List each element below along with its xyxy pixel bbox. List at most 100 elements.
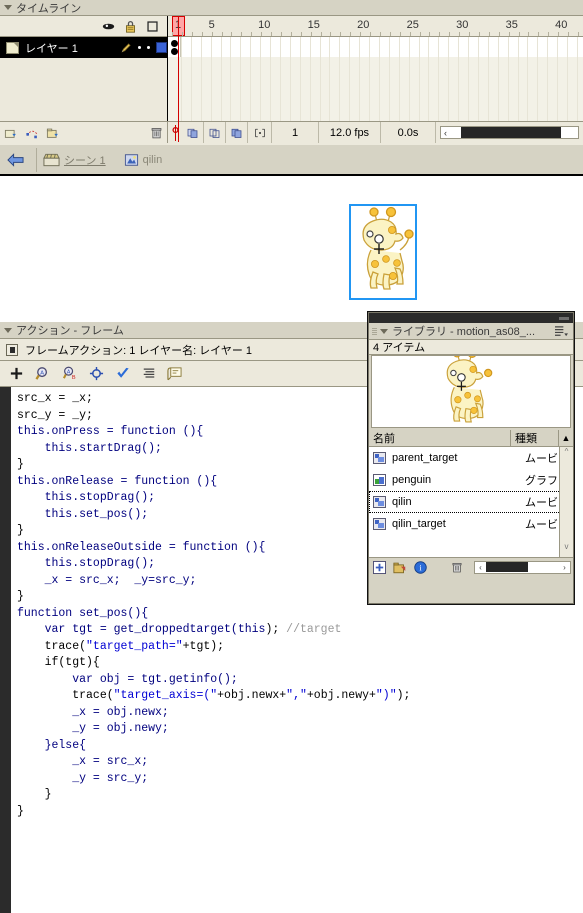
keyframe-cell[interactable] xyxy=(168,37,181,57)
frame-cell[interactable] xyxy=(388,37,390,121)
library-item-name[interactable]: parent_target xyxy=(386,452,525,464)
layer-lock-dot[interactable] xyxy=(147,46,150,49)
frame-cell[interactable] xyxy=(200,37,202,121)
timeline-horizontal-scrollbar[interactable]: ‹ xyxy=(440,126,579,139)
outline-square-icon[interactable] xyxy=(146,20,159,33)
frame-cell[interactable] xyxy=(418,37,420,121)
frame-cell[interactable] xyxy=(428,37,430,121)
timeline-ruler[interactable]: 15101520253035404550 xyxy=(168,16,583,37)
frame-cell[interactable] xyxy=(448,37,450,121)
giraffe-character[interactable] xyxy=(351,206,415,298)
library-list-item[interactable]: parent_target ムービ xyxy=(369,447,573,469)
library-vertical-scrollbar[interactable]: ^ v xyxy=(559,447,573,557)
onion-skin-outlines-icon[interactable] xyxy=(204,122,226,143)
panel-menu-icon[interactable] xyxy=(554,325,569,338)
find-icon[interactable]: A xyxy=(35,366,51,381)
properties-icon[interactable]: i xyxy=(414,560,427,574)
add-motion-guide-icon[interactable] xyxy=(25,126,40,140)
symbol-name-label[interactable]: qilin xyxy=(143,154,163,166)
code-line[interactable]: } xyxy=(17,804,583,821)
frame-cell[interactable] xyxy=(339,37,341,121)
stage-canvas[interactable] xyxy=(0,176,583,322)
lock-icon[interactable] xyxy=(124,20,137,33)
frame-cell[interactable] xyxy=(378,37,380,121)
modify-onion-markers-icon[interactable] xyxy=(248,122,272,143)
frame-cell[interactable] xyxy=(180,37,182,121)
frame-cell[interactable] xyxy=(270,37,271,121)
insert-layer-folder-icon[interactable] xyxy=(46,126,61,140)
library-item-name[interactable]: qilin_target xyxy=(386,518,525,530)
lib-hscrollbar-thumb[interactable] xyxy=(486,562,528,572)
frame-cell[interactable] xyxy=(329,37,331,121)
frame-grid[interactable] xyxy=(168,37,583,121)
timeline-title-bar[interactable]: タイムライン xyxy=(0,0,583,16)
current-frame-value[interactable]: 1 xyxy=(272,122,319,143)
library-item-list[interactable]: parent_target ムービ penguin グラフィ qilin ムービ qilin… xyxy=(369,447,573,557)
frame-cell[interactable] xyxy=(487,37,489,121)
insert-layer-icon[interactable] xyxy=(4,126,19,140)
delete-icon[interactable] xyxy=(451,561,463,574)
column-header-name[interactable]: 名前 xyxy=(369,430,511,446)
code-line[interactable]: trace("target_path="+tgt); xyxy=(17,639,583,656)
scene-name-link[interactable]: シーン 1 xyxy=(64,152,106,168)
library-collapse-triangle-icon[interactable] xyxy=(380,328,388,334)
frame-cell[interactable] xyxy=(547,37,549,121)
show-code-hint-icon[interactable] xyxy=(167,366,182,381)
code-line[interactable]: var obj = tgt.getinfo(); xyxy=(17,672,583,689)
library-list-item[interactable]: qilin ムービ xyxy=(369,491,573,513)
frame-cell[interactable] xyxy=(537,37,539,121)
scrollbar-thumb[interactable] xyxy=(461,127,561,138)
collapse-triangle-icon[interactable] xyxy=(4,5,12,10)
scroll-left-arrow-icon[interactable]: ‹ xyxy=(444,128,447,138)
lib-scroll-down-arrow-icon[interactable]: v xyxy=(560,542,573,553)
library-list-item[interactable]: qilin_target ムービ xyxy=(369,513,573,535)
onion-skin-icon[interactable] xyxy=(182,122,204,143)
frame-cell[interactable] xyxy=(289,37,291,121)
frame-cell[interactable] xyxy=(527,37,529,121)
lib-hscroll-left-arrow-icon[interactable]: ‹ xyxy=(475,563,486,572)
new-folder-icon[interactable] xyxy=(393,561,407,574)
code-line[interactable]: _y = src_y; xyxy=(17,771,583,788)
delete-layer-icon[interactable] xyxy=(150,126,163,140)
library-list-item[interactable]: penguin グラフィ xyxy=(369,469,573,491)
library-drag-grip[interactable] xyxy=(372,327,377,335)
library-item-name[interactable]: penguin xyxy=(386,474,525,486)
code-line[interactable]: }else{ xyxy=(17,738,583,755)
lib-hscroll-right-arrow-icon[interactable]: › xyxy=(559,563,570,572)
frame-cell[interactable] xyxy=(497,37,499,121)
frame-cell[interactable] xyxy=(517,37,519,121)
frame-cell[interactable] xyxy=(438,37,440,121)
frame-cell[interactable] xyxy=(477,37,479,121)
find-replace-icon[interactable]: A B xyxy=(62,366,78,381)
library-item-name[interactable]: qilin xyxy=(386,496,525,508)
code-line[interactable]: _x = src_x; xyxy=(17,754,583,771)
layer-outline-color-swatch[interactable] xyxy=(156,42,167,53)
frame-cell[interactable] xyxy=(250,37,252,121)
frame-cell[interactable] xyxy=(398,37,400,121)
frame-cell[interactable] xyxy=(220,37,222,121)
code-line[interactable]: function set_pos(){ xyxy=(17,606,583,623)
frame-cell[interactable] xyxy=(240,37,242,121)
code-line[interactable]: _y = obj.newy; xyxy=(17,721,583,738)
layer-row[interactable]: レイヤー 1 xyxy=(0,37,167,58)
frame-cell[interactable] xyxy=(210,37,212,121)
code-line[interactable]: _x = obj.newx; xyxy=(17,705,583,722)
layer-visibility-dot[interactable] xyxy=(138,46,141,49)
frame-cell[interactable] xyxy=(299,37,301,121)
frame-cell[interactable] xyxy=(468,37,469,121)
auto-format-icon[interactable] xyxy=(142,366,156,381)
fps-value[interactable]: 12.0 fps xyxy=(319,122,381,143)
sort-order-icon[interactable]: ▲ xyxy=(559,433,573,443)
frame-cell[interactable] xyxy=(309,37,311,121)
lib-scroll-up-arrow-icon[interactable]: ^ xyxy=(560,447,573,458)
frame-cell[interactable] xyxy=(359,37,361,121)
frame-cell[interactable] xyxy=(576,37,578,121)
edit-multiple-frames-icon[interactable] xyxy=(226,122,248,143)
actions-collapse-triangle-icon[interactable] xyxy=(4,327,12,333)
check-syntax-icon[interactable] xyxy=(115,366,131,381)
code-line[interactable]: trace("target_axis=("+obj.newx+","+obj.n… xyxy=(17,688,583,705)
code-line[interactable]: var tgt = get_droppedtarget(this); //tar… xyxy=(17,622,583,639)
frame-cell[interactable] xyxy=(230,37,232,121)
frame-cell[interactable] xyxy=(279,37,281,121)
frame-cell[interactable] xyxy=(260,37,262,121)
